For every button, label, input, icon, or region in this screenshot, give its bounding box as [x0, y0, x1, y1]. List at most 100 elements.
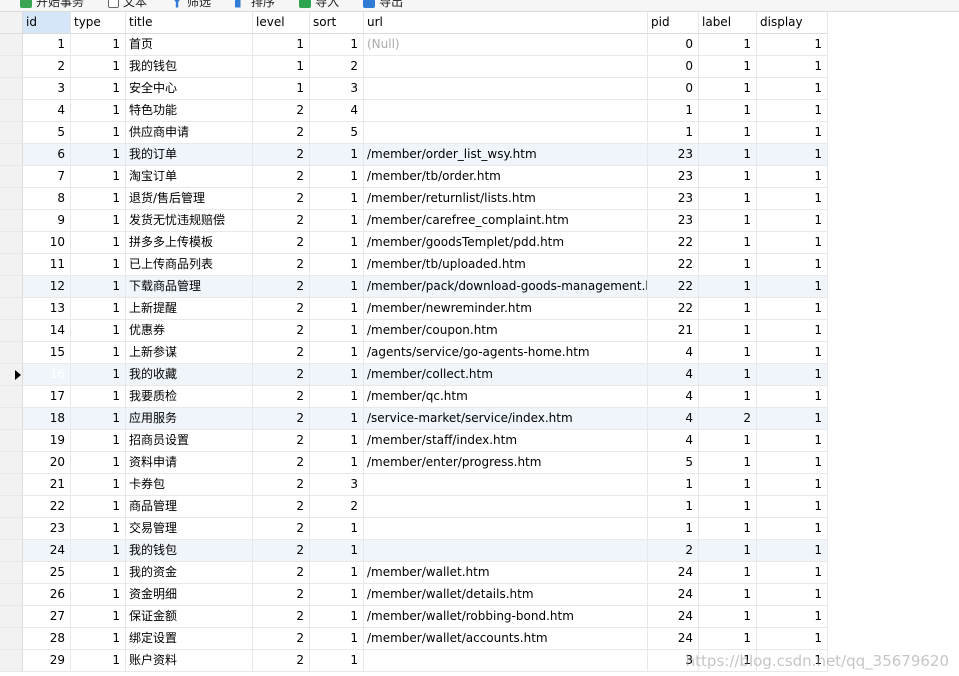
cell-url[interactable]: /member/newreminder.htm [364, 298, 648, 320]
cell-label[interactable]: 1 [699, 342, 757, 364]
row-indicator[interactable] [0, 584, 23, 606]
cell-title[interactable]: 我的钱包 [126, 56, 253, 78]
cell-pid[interactable]: 1 [648, 474, 699, 496]
table-row[interactable]: 11 1 已上传商品列表 2 1/member/tb/uploaded.htm 22 1 1 [0, 254, 959, 276]
cell-pid[interactable]: 0 [648, 34, 699, 56]
cell-type[interactable]: 1 [71, 166, 126, 188]
cell-url[interactable]: /member/returnlist/lists.htm [364, 188, 648, 210]
table-row[interactable]: 25 1 我的资金 2 1/member/wallet.htm 24 1 1 [0, 562, 959, 584]
cell-display[interactable]: 1 [757, 210, 828, 232]
table-row[interactable]: 27 1 保证金额 2 1/member/wallet/robbing-bond.htm… [0, 606, 959, 628]
cell-id[interactable]: 18 [23, 408, 71, 430]
filter-button[interactable]: 筛选 [171, 0, 211, 10]
cell-id[interactable]: 6 [23, 144, 71, 166]
row-indicator[interactable] [0, 452, 23, 474]
cell-level[interactable]: 2 [253, 628, 310, 650]
column-header-display[interactable]: display [757, 12, 828, 34]
cell-display[interactable]: 1 [757, 144, 828, 166]
cell-display[interactable]: 1 [757, 100, 828, 122]
cell-title[interactable]: 商品管理 [126, 496, 253, 518]
cell-level[interactable]: 1 [253, 78, 310, 100]
cell-level[interactable]: 2 [253, 386, 310, 408]
cell-url[interactable]: /member/wallet/robbing-bond.htm [364, 606, 648, 628]
cell-type[interactable]: 1 [71, 122, 126, 144]
cell-sort[interactable]: 1 [310, 232, 364, 254]
row-indicator[interactable] [0, 122, 23, 144]
cell-title[interactable]: 我的订单 [126, 144, 253, 166]
cell-type[interactable]: 1 [71, 144, 126, 166]
cell-label[interactable]: 1 [699, 122, 757, 144]
cell-title[interactable]: 我要质检 [126, 386, 253, 408]
cell-sort[interactable]: 5 [310, 122, 364, 144]
cell-level[interactable]: 2 [253, 540, 310, 562]
cell-sort[interactable]: 3 [310, 474, 364, 496]
cell-title[interactable]: 交易管理 [126, 518, 253, 540]
cell-display[interactable]: 1 [757, 188, 828, 210]
cell-sort[interactable]: 3 [310, 78, 364, 100]
cell-sort[interactable]: 1 [310, 210, 364, 232]
cell-sort[interactable]: 1 [310, 408, 364, 430]
cell-url[interactable]: /member/qc.htm [364, 386, 648, 408]
cell-id[interactable]: 14 [23, 320, 71, 342]
cell-id[interactable]: 19 [23, 430, 71, 452]
cell-url[interactable]: /member/wallet/details.htm [364, 584, 648, 606]
row-indicator[interactable] [0, 430, 23, 452]
cell-label[interactable]: 1 [699, 540, 757, 562]
cell-label[interactable]: 1 [699, 496, 757, 518]
cell-sort[interactable]: 1 [310, 386, 364, 408]
cell-label[interactable]: 1 [699, 210, 757, 232]
cell-display[interactable]: 1 [757, 254, 828, 276]
cell-level[interactable]: 2 [253, 210, 310, 232]
cell-sort[interactable]: 1 [310, 364, 364, 386]
table-row[interactable]: 9 1 发货无忧违规赔偿 2 1/member/carefree_complaint.h… [0, 210, 959, 232]
cell-level[interactable]: 2 [253, 342, 310, 364]
table-row[interactable]: 5 1 供应商申请 2 5 1 1 1 [0, 122, 959, 144]
row-indicator[interactable] [0, 408, 23, 430]
cell-url[interactable]: /member/collect.htm [364, 364, 648, 386]
cell-display[interactable]: 1 [757, 518, 828, 540]
cell-title[interactable]: 安全中心 [126, 78, 253, 100]
cell-sort[interactable]: 1 [310, 628, 364, 650]
cell-label[interactable]: 2 [699, 408, 757, 430]
cell-pid[interactable]: 0 [648, 56, 699, 78]
column-header-type[interactable]: type [71, 12, 126, 34]
cell-id[interactable]: 20 [23, 452, 71, 474]
cell-url[interactable]: /service-market/service/index.htm [364, 408, 648, 430]
cell-url[interactable]: /member/carefree_complaint.htm [364, 210, 648, 232]
cell-type[interactable]: 1 [71, 562, 126, 584]
cell-pid[interactable]: 4 [648, 408, 699, 430]
cell-type[interactable]: 1 [71, 584, 126, 606]
cell-url[interactable]: /member/tb/uploaded.htm [364, 254, 648, 276]
row-indicator[interactable] [0, 518, 23, 540]
cell-title[interactable]: 保证金额 [126, 606, 253, 628]
cell-id[interactable]: 17 [23, 386, 71, 408]
column-header-level[interactable]: level [253, 12, 310, 34]
row-indicator[interactable] [0, 628, 23, 650]
cell-pid[interactable]: 22 [648, 298, 699, 320]
sort-button[interactable]: 排序 [235, 0, 275, 10]
cell-label[interactable]: 1 [699, 144, 757, 166]
cell-label[interactable]: 1 [699, 232, 757, 254]
cell-url[interactable]: /member/wallet/accounts.htm [364, 628, 648, 650]
cell-title[interactable]: 我的收藏 [126, 364, 253, 386]
cell-sort[interactable]: 1 [310, 320, 364, 342]
cell-sort[interactable]: 4 [310, 100, 364, 122]
cell-type[interactable]: 1 [71, 540, 126, 562]
cell-pid[interactable]: 1 [648, 496, 699, 518]
row-indicator[interactable] [0, 364, 23, 386]
cell-label[interactable]: 1 [699, 298, 757, 320]
cell-type[interactable]: 1 [71, 628, 126, 650]
cell-display[interactable]: 1 [757, 386, 828, 408]
cell-id[interactable]: 27 [23, 606, 71, 628]
cell-label[interactable]: 1 [699, 606, 757, 628]
cell-pid[interactable]: 1 [648, 518, 699, 540]
table-row[interactable]: 17 1 我要质检 2 1/member/qc.htm 4 1 1 [0, 386, 959, 408]
row-indicator[interactable] [0, 496, 23, 518]
table-row[interactable]: 22 1 商品管理 2 2 1 1 1 [0, 496, 959, 518]
cell-url[interactable]: /agents/service/go-agents-home.htm [364, 342, 648, 364]
cell-sort[interactable]: 1 [310, 166, 364, 188]
cell-sort[interactable]: 1 [310, 540, 364, 562]
table-row[interactable]: 3 1 安全中心 1 3 0 1 1 [0, 78, 959, 100]
cell-title[interactable]: 应用服务 [126, 408, 253, 430]
cell-type[interactable]: 1 [71, 606, 126, 628]
